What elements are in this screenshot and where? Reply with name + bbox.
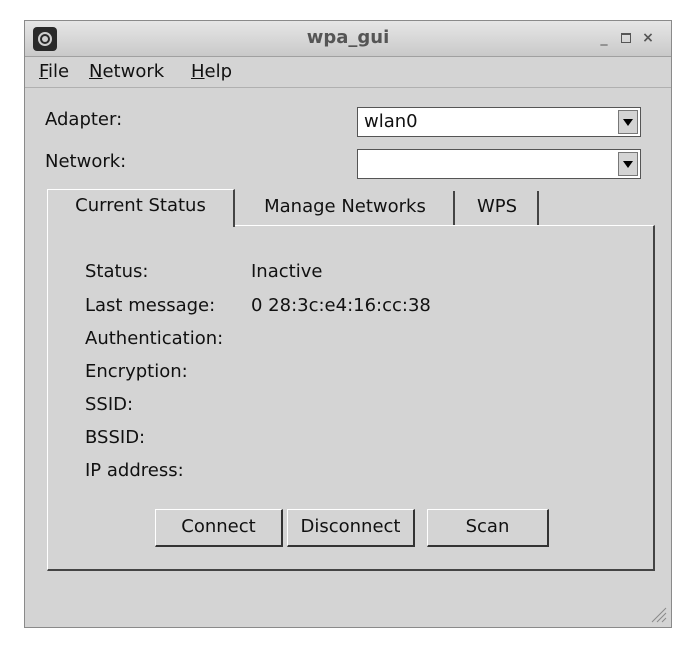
ip-address-label: IP address: xyxy=(85,460,184,481)
window-title: wpa_gui xyxy=(306,27,390,48)
last-message-label: Last message: xyxy=(85,295,216,316)
menu-file-accel: F xyxy=(39,61,49,82)
last-message-value: 0 28:3c:e4:16:cc:38 xyxy=(251,295,431,316)
authentication-label: Authentication: xyxy=(85,328,224,349)
menu-network[interactable]: Network xyxy=(89,61,164,82)
tab-current-status[interactable]: Current Status xyxy=(47,189,235,227)
menu-network-accel: N xyxy=(89,61,103,82)
maximize-button[interactable] xyxy=(617,27,635,49)
disconnect-button[interactable]: Disconnect xyxy=(287,509,415,547)
network-select[interactable] xyxy=(357,149,641,179)
menu-file[interactable]: File xyxy=(39,61,69,82)
wpa-gui-window: wpa_gui _ × File Network Help Adapter: w… xyxy=(24,20,672,628)
scan-button[interactable]: Scan xyxy=(427,509,549,547)
menu-help[interactable]: Help xyxy=(191,61,232,82)
bssid-label: BSSID: xyxy=(85,427,146,448)
connect-button[interactable]: Connect xyxy=(155,509,283,547)
menu-help-accel: H xyxy=(191,61,205,82)
close-button[interactable]: × xyxy=(639,27,657,49)
menu-help-rest: elp xyxy=(204,61,233,82)
menu-bar: File Network Help xyxy=(25,57,671,88)
adapter-label: Adapter: xyxy=(45,109,123,130)
resize-grip-icon[interactable] xyxy=(649,605,667,623)
minimize-button[interactable]: _ xyxy=(595,27,613,49)
encryption-label: Encryption: xyxy=(85,361,188,382)
menu-file-rest: ile xyxy=(48,61,70,82)
ssid-label: SSID: xyxy=(85,394,134,415)
chevron-down-icon[interactable] xyxy=(618,110,638,134)
adapter-select[interactable]: wlan0 xyxy=(357,107,641,137)
maximize-icon xyxy=(621,33,631,43)
adapter-value: wlan0 xyxy=(364,111,418,132)
menu-network-rest: etwork xyxy=(102,61,165,82)
status-value: Inactive xyxy=(251,261,323,282)
network-label: Network: xyxy=(45,151,127,172)
status-label: Status: xyxy=(85,261,149,282)
tab-manage-networks[interactable]: Manage Networks xyxy=(237,191,455,225)
tab-wps[interactable]: WPS xyxy=(457,191,539,225)
title-bar[interactable]: wpa_gui _ × xyxy=(25,21,671,57)
chevron-down-icon[interactable] xyxy=(618,152,638,176)
